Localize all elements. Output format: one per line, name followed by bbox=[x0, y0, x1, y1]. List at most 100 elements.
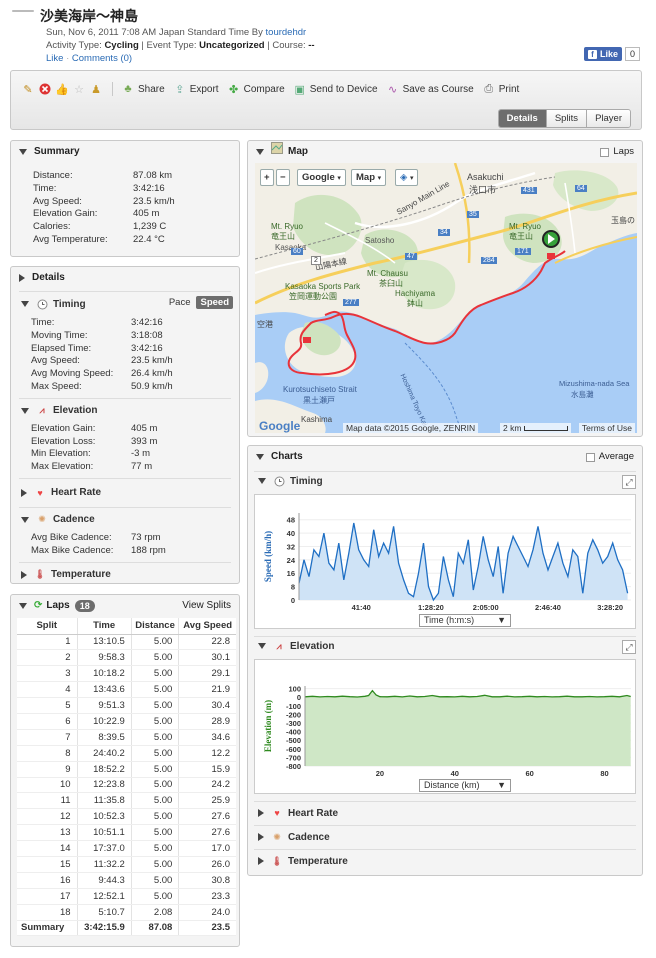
speed-chart-svg: 0 8 16 24 32 40 48 41:40 1:28:20 2:05:00 2:46:40 3:… bbox=[263, 513, 631, 612]
send-to-device-button[interactable]: ▣ Send to Device bbox=[293, 82, 378, 96]
expand-icon bbox=[19, 274, 25, 282]
lap-row[interactable]: 5 9:51.3 5.00 30.4 bbox=[17, 697, 236, 714]
map-header[interactable]: Map Laps bbox=[248, 141, 642, 163]
cadence-chart-header[interactable]: ✺ Cadence bbox=[248, 829, 330, 845]
elevation-section-header[interactable]: ⩘ Elevation bbox=[11, 403, 239, 419]
lap-row[interactable]: 15 11:32.2 5.00 26.0 bbox=[17, 856, 236, 873]
favorite-star-icon[interactable]: ☆ bbox=[72, 82, 86, 96]
cadence-section-header[interactable]: ✺ Cadence bbox=[11, 512, 239, 528]
lap-row[interactable]: 2 9:58.3 5.00 30.1 bbox=[17, 649, 236, 667]
export-button[interactable]: ⇪ Export bbox=[173, 82, 219, 96]
laps-toggle[interactable]: Laps bbox=[600, 141, 634, 163]
average-checkbox[interactable] bbox=[585, 452, 595, 462]
elevation-x-axis-select[interactable]: Distance (km) ▼ bbox=[419, 779, 511, 792]
heart-rate-section-header[interactable]: ♥ Heart Rate bbox=[11, 485, 239, 501]
zoom-out-button[interactable]: − bbox=[276, 169, 290, 186]
compare-button[interactable]: ✤ Compare bbox=[227, 82, 285, 96]
lap-cell: 13:10.5 bbox=[76, 634, 132, 651]
lap-row[interactable]: 14 17:37.0 5.00 17.0 bbox=[17, 840, 236, 857]
like-link[interactable]: Like bbox=[46, 53, 63, 64]
lap-row[interactable]: 17 12:52.1 5.00 23.3 bbox=[17, 888, 236, 905]
map-type-select[interactable]: Map ▾ bbox=[351, 169, 387, 186]
lap-row[interactable]: 8 24:40.2 5.00 12.2 bbox=[17, 745, 236, 762]
tab-splits[interactable]: Splits bbox=[545, 110, 587, 127]
share-button[interactable]: ♣ Share bbox=[121, 82, 164, 96]
column-header[interactable]: Split bbox=[17, 618, 78, 635]
activity-toolbar: ✎ 👍 ☆ ♟ ♣ Share ⇪ Export ✤ Compare ▣ Send to… bbox=[10, 70, 642, 130]
x-tick-label: 41:40 bbox=[352, 603, 371, 612]
cadence-icon: ✺ bbox=[38, 514, 46, 525]
zoom-in-button[interactable]: + bbox=[260, 169, 274, 186]
clock-icon bbox=[273, 475, 285, 487]
temperature-section-header[interactable]: 🌡 Temperature bbox=[11, 567, 239, 583]
lap-cell: 30.1 bbox=[178, 649, 236, 667]
elevation-chart-header[interactable]: ⩘ Elevation bbox=[248, 638, 334, 654]
chevron-down-icon: ▾ bbox=[377, 175, 382, 182]
expand-chart-icon[interactable]: ⤢ bbox=[622, 640, 636, 654]
lap-row[interactable]: 13 10:51.1 5.00 27.6 bbox=[17, 824, 236, 842]
collapse-icon bbox=[256, 454, 264, 460]
lap-row[interactable]: 7 8:39.5 5.00 34.6 bbox=[17, 729, 236, 746]
tab-player[interactable]: Player bbox=[586, 110, 630, 127]
like-thumb-icon[interactable]: 👍 bbox=[55, 82, 69, 96]
laps-checkbox[interactable] bbox=[600, 147, 610, 157]
timing-chart-header[interactable]: Timing bbox=[248, 473, 323, 489]
lap-row[interactable]: 4 13:43.6 5.00 21.9 bbox=[17, 681, 236, 699]
map-label: 浅口市 bbox=[469, 185, 497, 195]
column-header[interactable]: Distance bbox=[130, 618, 179, 635]
speed-chart[interactable]: 0 8 16 24 32 40 48 41:40 1:28:20 2:05:00 2:46:40 3:… bbox=[254, 494, 636, 629]
view-splits-link[interactable]: View Splits bbox=[182, 595, 231, 617]
lap-cell: 14 bbox=[17, 840, 78, 857]
lap-row[interactable]: 3 10:18.2 5.00 29.1 bbox=[17, 665, 236, 683]
laps-header[interactable]: ⟳ Laps 18 View Splits bbox=[11, 595, 239, 617]
pace-option[interactable]: Pace bbox=[169, 297, 191, 308]
summary-header[interactable]: Summary bbox=[11, 141, 239, 163]
tab-details[interactable]: Details bbox=[498, 110, 546, 127]
map-provider-select[interactable]: Google ▾ bbox=[297, 169, 346, 186]
privacy-icon[interactable]: ♟ bbox=[89, 82, 103, 96]
lap-row[interactable]: 6 10:22.9 5.00 28.9 bbox=[17, 713, 236, 730]
charts-header[interactable]: Charts Average bbox=[248, 446, 642, 468]
terms-link[interactable]: Terms of Use bbox=[578, 423, 635, 433]
column-header[interactable]: Time bbox=[76, 618, 132, 635]
timing-row: Time: 3:42:16 bbox=[31, 317, 163, 328]
lap-row[interactable]: 12 10:52.3 5.00 27.6 bbox=[17, 808, 236, 826]
lap-row[interactable]: 18 5:10.7 2.08 24.0 bbox=[17, 904, 236, 921]
lap-row[interactable]: 16 9:44.3 5.00 30.8 bbox=[17, 872, 236, 889]
timing-x-axis-select[interactable]: Time (h:m:s) ▼ bbox=[419, 614, 511, 627]
route-map[interactable]: Asakuchi 浅口市 Satosho Kasaoka Mt. Ryuo 竜王… bbox=[255, 163, 637, 433]
timing-section-header[interactable]: Timing Pace Speed bbox=[11, 296, 239, 312]
y-axis-label: Speed (km/h) bbox=[263, 531, 273, 582]
lap-row[interactable]: 10 12:23.8 5.00 24.2 bbox=[17, 777, 236, 794]
lap-cell: 5:10.7 bbox=[76, 904, 132, 921]
lap-cell: 5.00 bbox=[130, 713, 179, 730]
delete-icon[interactable] bbox=[38, 82, 52, 96]
map-layers-button[interactable]: ◈ ▾ bbox=[395, 169, 419, 186]
elevation-chart[interactable]: 100 0 -100 -200 -300 -400 -500 -600 -700 -800 20 40… bbox=[254, 659, 636, 794]
average-toggle[interactable]: Average bbox=[585, 446, 634, 468]
map-label: Mt. Chausu bbox=[367, 269, 408, 278]
lap-cell: 7 bbox=[17, 729, 78, 746]
lap-row[interactable]: 11 11:35.8 5.00 25.9 bbox=[17, 792, 236, 810]
thermometer-icon: 🌡 bbox=[271, 855, 283, 866]
lap-row[interactable]: 1 13:10.5 5.00 22.8 bbox=[17, 634, 236, 651]
details-header[interactable]: Details bbox=[11, 267, 239, 289]
lap-cell: 9 bbox=[17, 761, 78, 778]
x-tick-label: 20 bbox=[376, 769, 384, 778]
expand-chart-icon[interactable]: ⤢ bbox=[622, 475, 636, 489]
heart-rate-chart-header[interactable]: ♥ Heart Rate bbox=[248, 805, 338, 821]
comments-link[interactable]: Comments (0) bbox=[72, 53, 132, 64]
activity-title[interactable]: 沙美海岸～神島 bbox=[40, 6, 138, 26]
temperature-chart-header[interactable]: 🌡 Temperature bbox=[248, 853, 348, 869]
lap-cell: 22.8 bbox=[178, 634, 236, 651]
facebook-like-button[interactable]: f Like bbox=[584, 47, 623, 61]
column-header[interactable]: Avg Speed bbox=[178, 618, 236, 635]
save-as-course-button[interactable]: ∿ Save as Course bbox=[386, 82, 474, 96]
edit-icon[interactable]: ✎ bbox=[21, 82, 35, 96]
speed-option[interactable]: Speed bbox=[196, 296, 233, 309]
lap-row[interactable]: 9 18:52.2 5.00 15.9 bbox=[17, 761, 236, 778]
print-button[interactable]: ⎙ Print bbox=[482, 82, 519, 96]
route-shield: 47 bbox=[405, 253, 417, 260]
author-link[interactable]: tourdehdr bbox=[266, 27, 307, 38]
x-tick-label: 60 bbox=[525, 769, 533, 778]
